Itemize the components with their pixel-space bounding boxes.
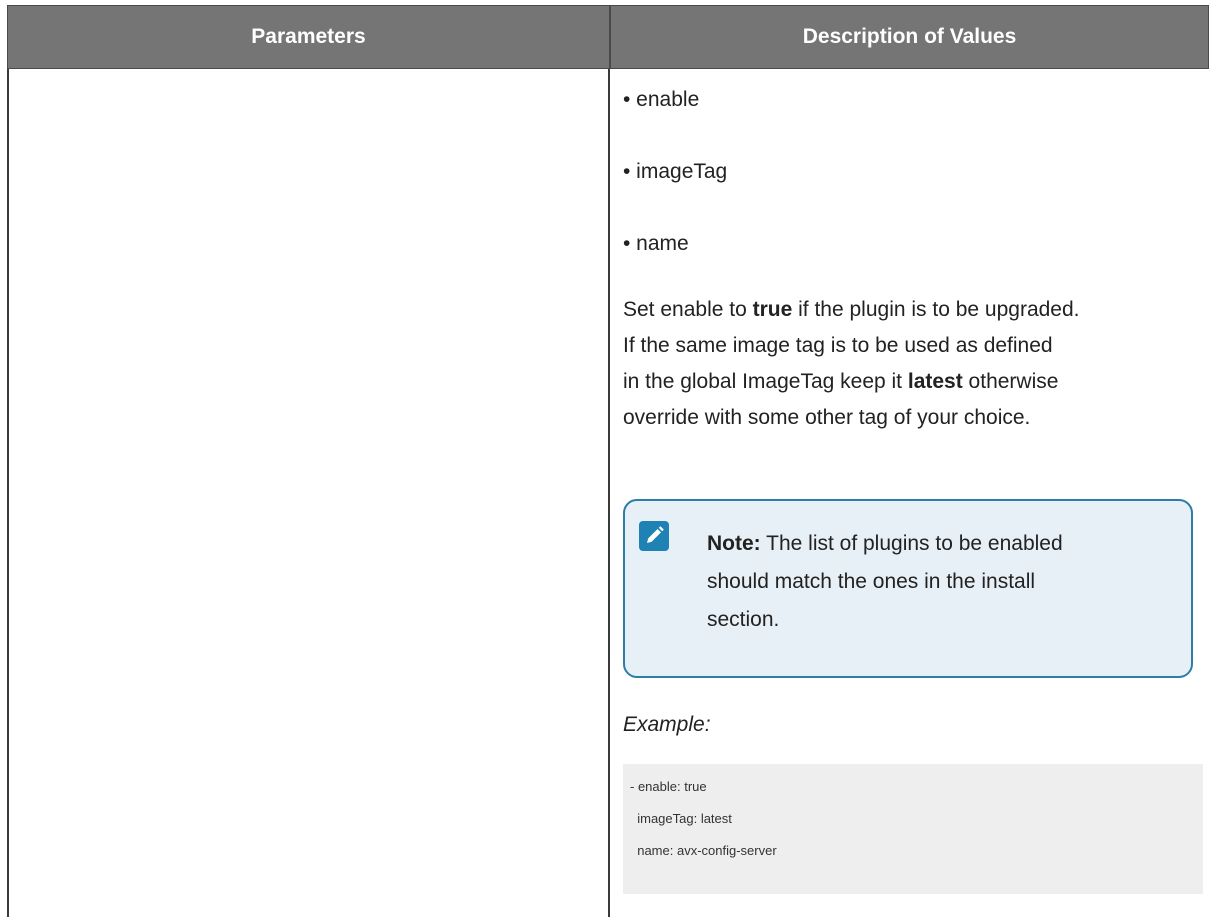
paragraph-line-4: override with some other tag of your cho… xyxy=(623,406,1031,429)
pencil-icon xyxy=(639,521,669,551)
note-line-1-text: The list of plugins to be enabled xyxy=(760,532,1063,555)
note-box: Note: The list of plugins to be enabled … xyxy=(623,499,1193,678)
paragraph-line-1: Set enable to true if the plugin is to b… xyxy=(623,292,1213,328)
description-paragraph: Set enable to true if the plugin is to b… xyxy=(623,292,1213,436)
table-header: Parameters Description of Values xyxy=(7,5,1209,69)
paragraph-line-2: If the same image tag is to be used as d… xyxy=(623,334,1053,357)
bullet-imagetag: • imageTag xyxy=(623,160,728,183)
paragraph-text: if the plugin is to be upgraded. xyxy=(792,298,1080,321)
note-text: Note: The list of plugins to be enabled … xyxy=(707,525,1177,639)
code-line: imageTag: latest xyxy=(630,811,732,826)
paragraph-text: in the global ImageTag keep it xyxy=(623,370,908,393)
header-description: Description of Values xyxy=(802,25,1017,48)
note-line-1: Note: The list of plugins to be enabled xyxy=(707,525,1177,563)
code-line: name: avx-config-server xyxy=(630,843,777,858)
bullet-enable: • enable xyxy=(623,88,700,111)
paragraph-bold-true: true xyxy=(752,298,793,321)
code-block: - enable: true imageTag: latest name: av… xyxy=(623,764,1203,894)
table-column-divider xyxy=(608,69,610,917)
table-left-border xyxy=(7,69,9,917)
example-label: Example: xyxy=(623,713,711,736)
parameters-table: Parameters Description of Values • enabl… xyxy=(7,5,1209,917)
paragraph-line-3: in the global ImageTag keep it latest ot… xyxy=(623,364,1213,400)
paragraph-text: otherwise xyxy=(962,370,1059,393)
bullet-name: • name xyxy=(623,232,689,255)
header-parameters: Parameters xyxy=(251,25,366,48)
note-line-2: should match the ones in the install xyxy=(707,570,1036,593)
note-label: Note: xyxy=(707,532,761,555)
paragraph-text: Set enable to xyxy=(623,298,753,321)
paragraph-bold-latest: latest xyxy=(907,370,963,393)
code-line: - enable: true xyxy=(630,779,707,794)
note-line-3: section. xyxy=(707,608,780,631)
